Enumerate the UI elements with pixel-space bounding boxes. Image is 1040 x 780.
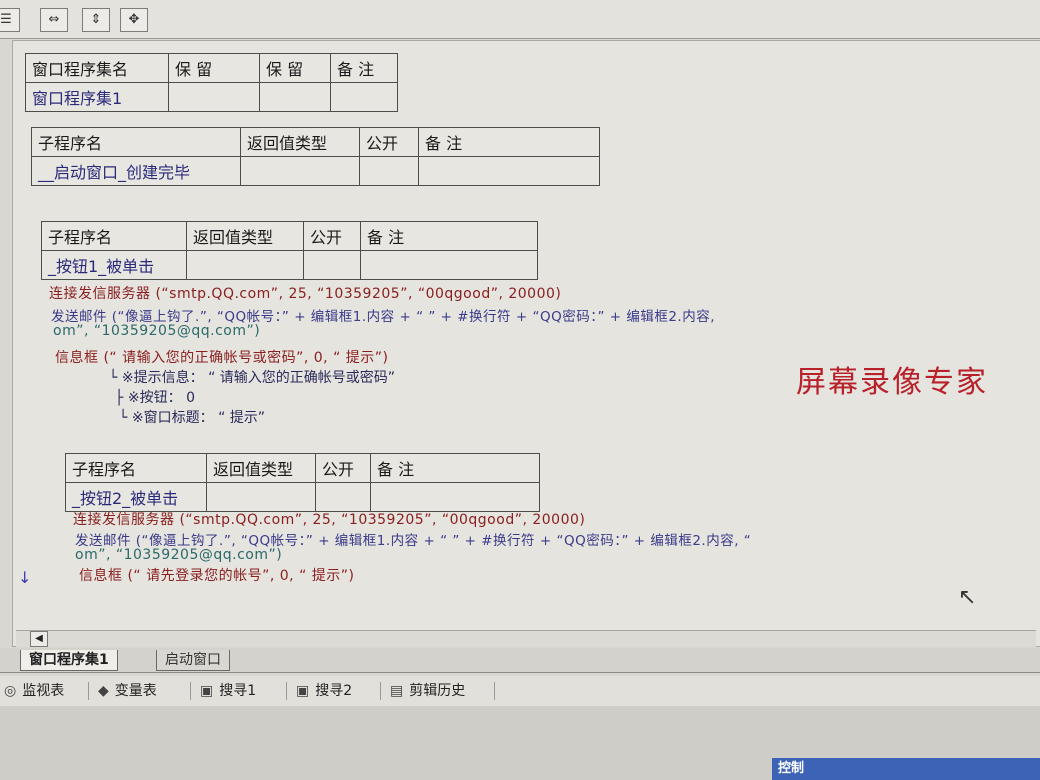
subroutine-table-button1: 子程序名 返回值类型 公开 备 注 _按钮1_被单击: [41, 221, 538, 280]
remark-cell[interactable]: [360, 250, 538, 280]
return-type-header: 返回值类型: [206, 453, 316, 483]
separator: [380, 682, 381, 700]
public-header: 公开: [359, 127, 419, 157]
sub-name-header: 子程序名: [65, 453, 207, 483]
sub-name-header: 子程序名: [41, 221, 187, 251]
scroll-left-icon[interactable]: ◀: [30, 631, 48, 647]
remark-header: 备 注: [360, 221, 538, 251]
param-tree-title: └ ※窗口标题： “ 提示”: [119, 410, 266, 426]
remark-cell[interactable]: [370, 482, 540, 512]
code-line-connect[interactable]: 连接发信服务器 (“smtp.QQ.com”, 25, “10359205”, …: [49, 283, 561, 303]
reserved-cell-2[interactable]: [259, 82, 331, 112]
tab-assembly1[interactable]: 窗口程序集1: [20, 650, 118, 671]
reserved-cell-1[interactable]: [168, 82, 260, 112]
param-title: ※窗口标题： “ 提示”: [131, 410, 266, 426]
sub-name-cell[interactable]: _按钮2_被单击: [65, 482, 207, 512]
separator: [286, 682, 287, 700]
remark-cell[interactable]: [418, 156, 600, 186]
code-line-msgbox[interactable]: 信息框 (“ 请输入您的正确帐号或密码”, 0, “ 提示”): [55, 347, 389, 367]
breakpoint-arrow-icon: ↓: [18, 568, 32, 587]
panel-bar: ◎ 监视表 ◆ 变量表 ▣ 搜寻1 ▣ 搜寻2 ▤ 剪辑历史: [0, 676, 1040, 707]
panel-variables[interactable]: ◆ 变量表: [98, 681, 157, 701]
search-icon: ▣: [200, 683, 214, 699]
code-line-send-mail-2[interactable]: 发送邮件 (“像逼上钩了.”, “QQ帐号：” + 编辑框1.内容 + “ ” …: [75, 529, 751, 549]
reserved-header-2: 保 留: [259, 53, 331, 83]
toolbar: ☰ ⇔ ⇕ ✥: [0, 0, 1040, 39]
sub-name-cell[interactable]: _按钮1_被单击: [41, 250, 187, 280]
code-line-send-mail-cont-2[interactable]: om”, “10359205@qq.com”): [75, 547, 282, 563]
watch-icon: ◎: [4, 683, 17, 699]
remark-cell[interactable]: [330, 82, 398, 112]
clipboard-icon: ▤: [390, 683, 404, 699]
panel-variables-label: 变量表: [114, 683, 157, 699]
code-line-connect-2[interactable]: 连接发信服务器 (“smtp.QQ.com”, 25, “10359205”, …: [73, 509, 585, 529]
panel-search1[interactable]: ▣ 搜寻1: [200, 681, 256, 701]
resize-both-icon[interactable]: ✥: [120, 8, 148, 32]
code-line-send-mail-cont[interactable]: om”, “10359205@qq.com”): [53, 323, 260, 339]
separator: [88, 682, 89, 700]
code-editor[interactable]: 窗口程序集名 保 留 保 留 备 注 窗口程序集1 子程序名 返回值类型 公开 …: [12, 40, 1040, 647]
tab-bar: 窗口程序集1 启动窗口: [0, 648, 1040, 673]
resize-horizontal-icon[interactable]: ⇔: [40, 8, 68, 32]
mouse-cursor-icon: ↖: [958, 585, 977, 610]
assembly-name-header: 窗口程序集名: [25, 53, 169, 83]
panel-search1-label: 搜寻1: [219, 683, 257, 699]
public-header: 公开: [303, 221, 361, 251]
reserved-header-1: 保 留: [168, 53, 260, 83]
watermark: 屏幕录像专家: [796, 365, 988, 400]
panel-search2-label: 搜寻2: [315, 683, 353, 699]
tab-startup-window[interactable]: 启动窗口: [156, 650, 230, 671]
public-cell[interactable]: [315, 482, 371, 512]
public-cell[interactable]: [359, 156, 419, 186]
public-header: 公开: [315, 453, 371, 483]
panel-watch-label: 监视表: [22, 683, 65, 699]
search-icon: ▣: [296, 683, 310, 699]
subroutine-table-button2: 子程序名 返回值类型 公开 备 注 _按钮2_被单击: [65, 453, 540, 512]
resize-vertical-icon[interactable]: ⇕: [82, 8, 110, 32]
return-type-cell[interactable]: [206, 482, 316, 512]
param-tree-button: ├ ※按钮： 0: [115, 390, 195, 406]
variables-icon: ◆: [98, 683, 109, 699]
sub-name-header: 子程序名: [31, 127, 241, 157]
remark-header: 备 注: [370, 453, 540, 483]
panel-clip-history-label: 剪辑历史: [409, 683, 466, 699]
panel-clip-history[interactable]: ▤ 剪辑历史: [390, 681, 465, 701]
return-type-cell[interactable]: [240, 156, 360, 186]
panel-search2[interactable]: ▣ 搜寻2: [296, 681, 352, 701]
menu-icon[interactable]: ☰: [0, 8, 20, 32]
code-line-send-mail[interactable]: 发送邮件 (“像逼上钩了.”, “QQ帐号：” + 编辑框1.内容 + “ ” …: [51, 305, 715, 325]
assembly-table: 窗口程序集名 保 留 保 留 备 注 窗口程序集1: [25, 53, 398, 112]
separator: [494, 682, 495, 700]
param-button: ※按钮： 0: [127, 390, 195, 406]
separator: [190, 682, 191, 700]
param-tree-message: └ ※提示信息： “ 请输入您的正确帐号或密码”: [109, 370, 396, 386]
public-cell[interactable]: [303, 250, 361, 280]
remark-header: 备 注: [330, 53, 398, 83]
subroutine-table-startup: 子程序名 返回值类型 公开 备 注 __启动窗口_创建完毕: [31, 127, 600, 186]
horizontal-scrollbar[interactable]: ◀: [16, 630, 1036, 647]
panel-watch[interactable]: ◎ 监视表: [4, 681, 64, 701]
return-type-header: 返回值类型: [240, 127, 360, 157]
code-line-msgbox-2[interactable]: 信息框 (“ 请先登录您的帐号”, 0, “ 提示”): [79, 565, 355, 585]
param-message: ※提示信息： “ 请输入您的正确帐号或密码”: [121, 370, 396, 386]
assembly-name-cell[interactable]: 窗口程序集1: [25, 82, 169, 112]
return-type-header: 返回值类型: [186, 221, 304, 251]
remark-header: 备 注: [418, 127, 600, 157]
return-type-cell[interactable]: [186, 250, 304, 280]
sub-name-cell[interactable]: __启动窗口_创建完毕: [31, 156, 241, 186]
taskbar-control[interactable]: 控制: [772, 758, 1040, 780]
